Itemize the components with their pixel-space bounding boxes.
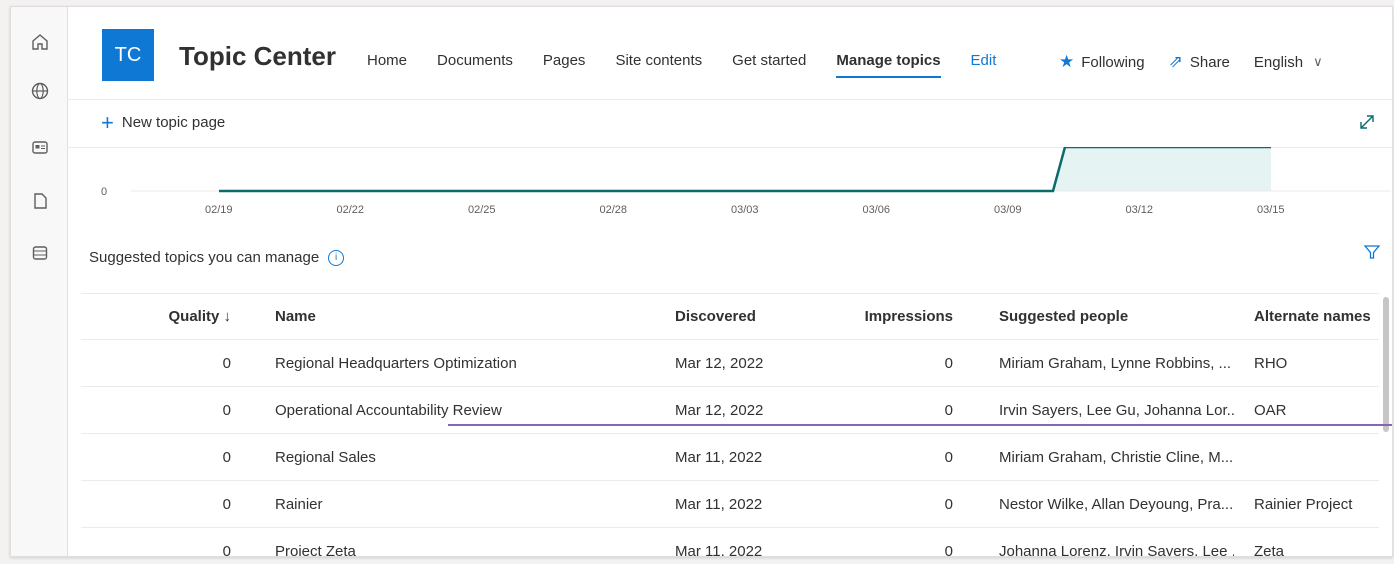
- x-tick-label: 03/09: [994, 204, 1022, 216]
- nav-home[interactable]: Home: [367, 52, 407, 69]
- discovered-cell: Mar 11, 2022: [675, 448, 763, 466]
- quality-cell: 0: [222, 354, 231, 372]
- discovered-cell: Mar 12, 2022: [675, 401, 764, 419]
- x-tick-label: 02/28: [600, 204, 628, 216]
- discovered-cell: Mar 11, 2022: [675, 542, 763, 557]
- quality-cell: 0: [222, 495, 231, 513]
- alternate-cell: OAR: [1254, 401, 1287, 419]
- table-row[interactable]: 0 Project Zeta Mar 11, 2022 0 Johanna Lo…: [81, 528, 1379, 557]
- col-discovered[interactable]: Discovered: [675, 294, 825, 339]
- site-header: TC Topic Center Home Documents Pages Sit…: [67, 7, 1392, 100]
- x-tick-label: 02/22: [337, 204, 365, 216]
- table-scrollbar[interactable]: [1383, 297, 1389, 432]
- people-cell: Johanna Lorenz, Irvin Sayers, Lee ...: [999, 542, 1234, 557]
- top-navigation: Home Documents Pages Site contents Get s…: [367, 52, 1026, 78]
- nav-manage-topics[interactable]: Manage topics: [836, 52, 941, 78]
- impressions-cell: 0: [944, 401, 953, 419]
- impressions-cell: 0: [944, 495, 953, 513]
- table-row[interactable]: 0 Regional Sales Mar 11, 2022 0 Miriam G…: [81, 434, 1379, 481]
- star-icon: ★: [1059, 52, 1075, 71]
- chevron-down-icon: ∨: [1313, 54, 1323, 69]
- command-bar: + New topic page: [67, 99, 1392, 148]
- new-topic-page-button[interactable]: + New topic page: [101, 109, 226, 135]
- nav-get-started[interactable]: Get started: [732, 52, 806, 69]
- col-impressions[interactable]: Impressions: [841, 294, 953, 339]
- impressions-cell: 0: [944, 448, 953, 466]
- quality-cell: 0: [222, 401, 231, 419]
- alternate-cell: Zeta: [1254, 542, 1285, 557]
- app-window: TC Topic Center Home Documents Pages Sit…: [10, 6, 1393, 557]
- document-icon[interactable]: [29, 190, 51, 212]
- table-row[interactable]: 0 Regional Headquarters Optimization Mar…: [81, 340, 1379, 387]
- share-label: Share: [1189, 53, 1230, 71]
- nav-site-contents[interactable]: Site contents: [615, 52, 702, 69]
- nav-edit[interactable]: Edit: [971, 52, 997, 69]
- globe-icon[interactable]: [29, 80, 51, 102]
- site-title[interactable]: Topic Center: [179, 41, 336, 72]
- chart-area-fill: [1053, 147, 1271, 191]
- highlight-line: [448, 424, 1392, 426]
- section-title: Suggested topics you can manage i: [89, 249, 345, 266]
- x-tick-label: 03/15: [1257, 204, 1285, 216]
- alternate-cell: [1254, 434, 1379, 480]
- col-name[interactable]: Name: [275, 294, 655, 339]
- y-tick-label: 0: [101, 186, 107, 198]
- language-selector[interactable]: English ∨: [1254, 54, 1323, 71]
- people-cell: Miriam Graham, Christie Cline, M...: [999, 448, 1234, 466]
- impressions-chart: 0 02/19 02/22 02/25 02/28 03/03 03/06 03/09 03/…: [101, 147, 1391, 216]
- people-cell: Miriam Graham, Lynne Robbins, ...: [999, 354, 1232, 372]
- filter-icon[interactable]: [1363, 243, 1381, 266]
- site-logo[interactable]: TC: [102, 29, 154, 81]
- impressions-cell: 0: [944, 542, 953, 557]
- impressions-cell: 0: [944, 354, 953, 372]
- alternate-cell: Rainier Project: [1254, 495, 1353, 513]
- quality-cell: 0: [222, 448, 231, 466]
- discovered-cell: Mar 12, 2022: [675, 354, 764, 372]
- x-tick-label: 02/25: [468, 204, 496, 216]
- alternate-cell: RHO: [1254, 354, 1288, 372]
- app-rail: [11, 7, 68, 556]
- name-cell[interactable]: Regional Headquarters Optimization: [275, 340, 655, 386]
- table-row[interactable]: 0 Rainier Mar 11, 2022 0 Nestor Wilke, A…: [81, 481, 1379, 528]
- quality-cell: 0: [222, 542, 231, 557]
- nav-documents[interactable]: Documents: [437, 52, 513, 69]
- x-tick-label: 03/03: [731, 204, 759, 216]
- x-tick-label: 03/12: [1126, 204, 1154, 216]
- news-icon[interactable]: [29, 136, 51, 158]
- home-icon[interactable]: [29, 31, 51, 53]
- table-row[interactable]: 0 Operational Accountability Review Mar …: [81, 387, 1379, 434]
- x-tick-label: 02/19: [205, 204, 233, 216]
- following-button[interactable]: ★ Following: [1059, 52, 1145, 72]
- new-topic-page-label: New topic page: [121, 114, 226, 131]
- name-cell[interactable]: Project Zeta: [275, 528, 655, 557]
- people-cell: Nestor Wilke, Allan Deyoung, Pra...: [999, 495, 1234, 513]
- section-title-text: Suggested topics you can manage: [89, 249, 320, 266]
- share-button[interactable]: ⇗ Share: [1169, 52, 1230, 72]
- nav-pages[interactable]: Pages: [543, 52, 586, 69]
- share-icon: ⇗: [1168, 52, 1183, 71]
- list-icon[interactable]: [29, 242, 51, 264]
- info-icon[interactable]: i: [328, 249, 345, 266]
- table-header-row: Quality ↓ Name Discovered Impressions Su…: [81, 293, 1379, 340]
- people-cell: Irvin Sayers, Lee Gu, Johanna Lor...: [999, 401, 1234, 419]
- col-alternate-names[interactable]: Alternate names: [1254, 294, 1379, 339]
- col-suggested-people[interactable]: Suggested people: [999, 294, 1234, 339]
- discovered-cell: Mar 11, 2022: [675, 495, 763, 513]
- plus-icon: +: [101, 109, 114, 135]
- language-label: English: [1253, 53, 1304, 71]
- following-label: Following: [1081, 53, 1145, 71]
- name-cell[interactable]: Rainier: [275, 481, 655, 527]
- expand-icon[interactable]: [1358, 113, 1376, 131]
- x-tick-label: 03/06: [863, 204, 891, 216]
- header-actions: ★ Following ⇗ Share English ∨: [1059, 52, 1323, 72]
- name-cell[interactable]: Regional Sales: [275, 434, 655, 480]
- name-cell[interactable]: Operational Accountability Review: [275, 387, 655, 433]
- col-quality[interactable]: Quality ↓: [81, 294, 231, 339]
